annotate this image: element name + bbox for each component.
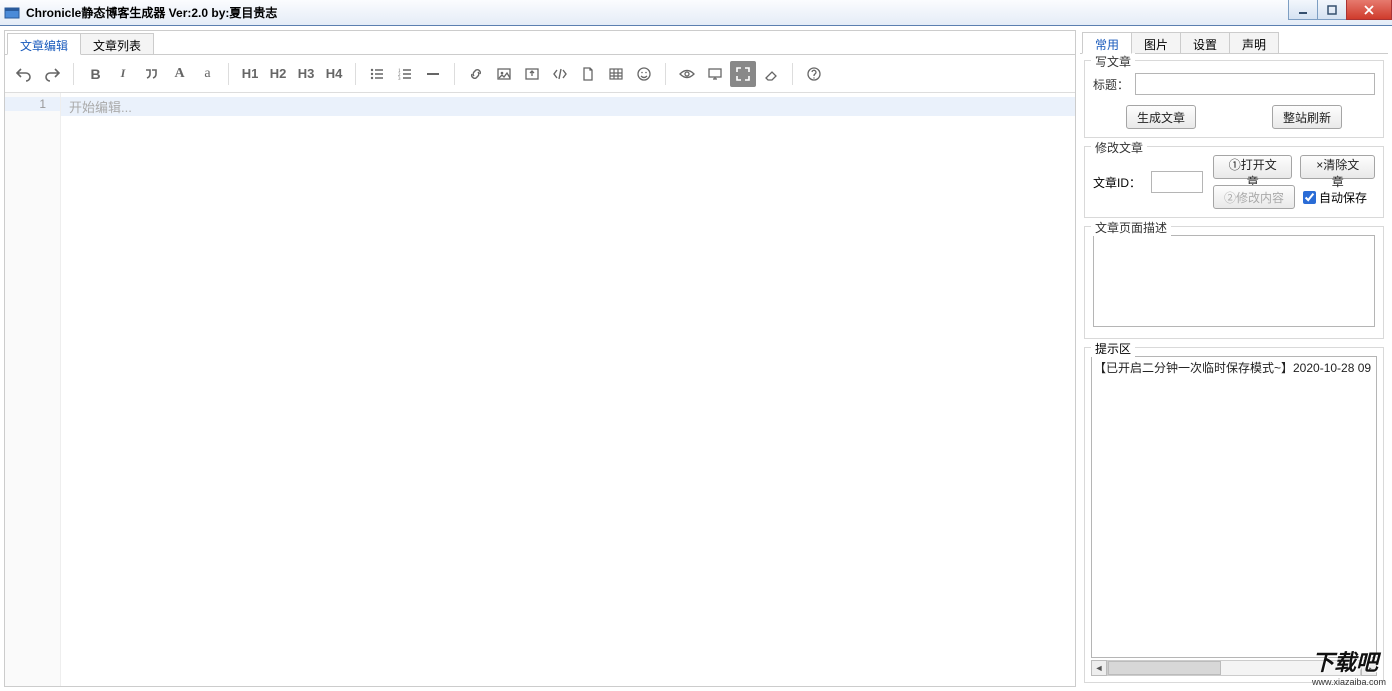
group-write-article: 写文章 标题： 生成文章 整站刷新 <box>1084 60 1384 138</box>
titlebar: Chronicle静态博客生成器 Ver:2.0 by:夏目贵志 <box>0 0 1392 26</box>
eraser-icon[interactable] <box>758 61 784 87</box>
table-icon[interactable] <box>603 61 629 87</box>
h3-button[interactable]: H3 <box>293 61 319 87</box>
scroll-thumb[interactable] <box>1108 661 1221 675</box>
editor-placeholder: 开始编辑... <box>61 97 1075 116</box>
image-icon[interactable] <box>491 61 517 87</box>
left-tabs: 文章编辑 文章列表 <box>5 31 1075 55</box>
font-button[interactable]: A <box>166 61 192 87</box>
label-title: 标题： <box>1093 76 1129 93</box>
article-id-input[interactable] <box>1151 171 1203 193</box>
window-title: Chronicle静态博客生成器 Ver:2.0 by:夏目贵志 <box>26 4 277 21</box>
legend-tips: 提示区 <box>1091 340 1135 357</box>
lowercase-button[interactable]: a <box>194 61 220 87</box>
help-icon[interactable] <box>801 61 827 87</box>
scroll-right-icon[interactable]: ► <box>1361 660 1377 676</box>
app-icon <box>4 5 20 21</box>
export-icon[interactable] <box>519 61 545 87</box>
modify-content-button[interactable]: ②修改内容 <box>1213 185 1295 209</box>
tab-edit-article[interactable]: 文章编辑 <box>7 33 81 55</box>
undo-icon[interactable] <box>11 61 37 87</box>
content-area: 文章编辑 文章列表 B I A a H1 H2 H3 H4 <box>0 26 1392 691</box>
generate-article-button[interactable]: 生成文章 <box>1126 105 1196 129</box>
tab-statement[interactable]: 声明 <box>1229 32 1279 53</box>
maximize-button[interactable] <box>1317 0 1347 20</box>
group-modify-article: 修改文章 文章ID： ①打开文章 ×清除文章 ②修改内容 自动保存 <box>1084 146 1384 218</box>
scroll-left-icon[interactable]: ◄ <box>1091 660 1107 676</box>
editor-toolbar: B I A a H1 H2 H3 H4 123 <box>5 55 1075 93</box>
open-article-button[interactable]: ①打开文章 <box>1213 155 1292 179</box>
group-page-description: 文章页面描述 <box>1084 226 1384 339</box>
autosave-label: 自动保存 <box>1319 189 1367 206</box>
window-controls <box>1289 0 1392 20</box>
label-article-id: 文章ID： <box>1093 174 1141 191</box>
monitor-icon[interactable] <box>702 61 728 87</box>
preview-icon[interactable] <box>674 61 700 87</box>
title-input[interactable] <box>1135 73 1375 95</box>
tab-article-list[interactable]: 文章列表 <box>80 33 154 54</box>
legend-write: 写文章 <box>1091 53 1135 70</box>
code-textarea[interactable]: 开始编辑... <box>61 93 1075 686</box>
minimize-button[interactable] <box>1288 0 1318 20</box>
line-number: 1 <box>5 97 60 111</box>
tab-common[interactable]: 常用 <box>1082 32 1132 54</box>
italic-button[interactable]: I <box>110 61 136 87</box>
bold-button[interactable]: B <box>82 61 108 87</box>
line-gutter: 1 <box>5 93 61 686</box>
redo-icon[interactable] <box>39 61 65 87</box>
description-textarea[interactable] <box>1093 235 1375 327</box>
group-tips: 提示区 【已开启二分钟一次临时保存模式~】2020-10-28 09 ◄ ► <box>1084 347 1384 683</box>
horizontal-rule-icon[interactable] <box>420 61 446 87</box>
autosave-checkbox[interactable] <box>1303 191 1316 204</box>
legend-modify: 修改文章 <box>1091 139 1147 156</box>
h4-button[interactable]: H4 <box>321 61 347 87</box>
close-button[interactable] <box>1346 0 1392 20</box>
editor-body[interactable]: 1 开始编辑... <box>5 93 1075 686</box>
scroll-track[interactable] <box>1107 660 1361 676</box>
tab-image[interactable]: 图片 <box>1131 32 1181 53</box>
tips-scrollbar[interactable]: ◄ ► <box>1091 660 1377 676</box>
left-pane: 文章编辑 文章列表 B I A a H1 H2 H3 H4 <box>4 30 1076 687</box>
right-tabs: 常用 图片 设置 声明 <box>1080 30 1388 54</box>
h1-button[interactable]: H1 <box>237 61 263 87</box>
fullscreen-icon[interactable] <box>730 61 756 87</box>
clear-article-button[interactable]: ×清除文章 <box>1300 155 1375 179</box>
code-icon[interactable] <box>547 61 573 87</box>
svg-text:3: 3 <box>398 77 401 82</box>
link-icon[interactable] <box>463 61 489 87</box>
h2-button[interactable]: H2 <box>265 61 291 87</box>
file-icon[interactable] <box>575 61 601 87</box>
tips-content[interactable]: 【已开启二分钟一次临时保存模式~】2020-10-28 09 <box>1091 356 1377 658</box>
tab-settings[interactable]: 设置 <box>1180 32 1230 53</box>
quote-icon[interactable] <box>138 61 164 87</box>
ordered-list-icon[interactable]: 123 <box>392 61 418 87</box>
right-pane: 常用 图片 设置 声明 写文章 标题： 生成文章 整站刷新 修改文章 文章ID： <box>1080 30 1388 687</box>
legend-desc: 文章页面描述 <box>1091 219 1171 236</box>
refresh-site-button[interactable]: 整站刷新 <box>1272 105 1342 129</box>
unordered-list-icon[interactable] <box>364 61 390 87</box>
emoji-icon[interactable] <box>631 61 657 87</box>
